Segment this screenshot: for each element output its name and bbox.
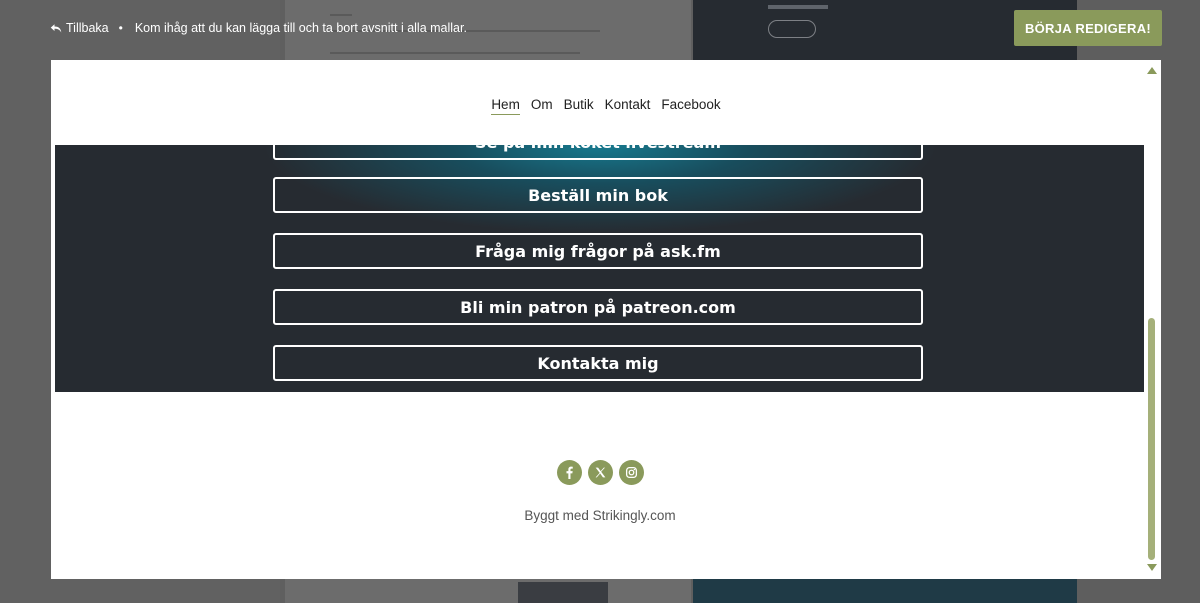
ask-fm-button[interactable]: Fråga mig frågor på ask.fm — [273, 233, 923, 269]
links-section: Se på min koket livestream Beställ min b… — [55, 145, 1145, 392]
nav-item-kontakt[interactable]: Kontakt — [605, 97, 651, 115]
x-twitter-icon[interactable] — [588, 460, 613, 485]
background-doc-block — [518, 582, 608, 603]
nav-item-facebook[interactable]: Facebook — [661, 97, 720, 115]
instagram-icon[interactable] — [619, 460, 644, 485]
site-footer: Byggt med Strikingly.com — [51, 460, 1161, 540]
facebook-icon[interactable] — [557, 460, 582, 485]
back-label: Tillbaka — [66, 21, 109, 35]
scroll-up-arrow-icon[interactable] — [1147, 67, 1157, 74]
back-link[interactable]: Tillbaka • Kom ihåg att du kan lägga til… — [50, 21, 467, 35]
nav-item-butik[interactable]: Butik — [564, 97, 594, 115]
editor-topbar: Tillbaka • Kom ihåg att du kan lägga til… — [0, 0, 1200, 60]
scroll-down-arrow-icon[interactable] — [1147, 564, 1157, 571]
site-navigation: Hem Om Butik Kontakt Facebook — [51, 60, 1161, 145]
nav-item-hem[interactable]: Hem — [491, 97, 520, 115]
order-book-button[interactable]: Beställ min bok — [273, 177, 923, 213]
reply-arrow-icon — [50, 24, 62, 33]
hint-text: Kom ihåg att du kan lägga till och ta bo… — [134, 21, 467, 35]
nav-item-om[interactable]: Om — [531, 97, 553, 115]
patreon-button[interactable]: Bli min patron på patreon.com — [273, 289, 923, 325]
livestream-link-button[interactable]: Se på min koket livestream — [273, 145, 923, 160]
built-with-text: Byggt med Strikingly.com — [524, 508, 676, 523]
social-links — [557, 460, 644, 485]
separator-dot: • — [118, 21, 123, 35]
contact-me-button[interactable]: Kontakta mig — [273, 345, 923, 381]
site-preview-frame: Hem Om Butik Kontakt Facebook Se på min … — [51, 60, 1161, 579]
start-editing-button[interactable]: BÖRJA REDIGERA! — [1014, 10, 1162, 46]
background-strip — [693, 578, 1077, 603]
scrollbar-thumb[interactable] — [1148, 318, 1155, 560]
